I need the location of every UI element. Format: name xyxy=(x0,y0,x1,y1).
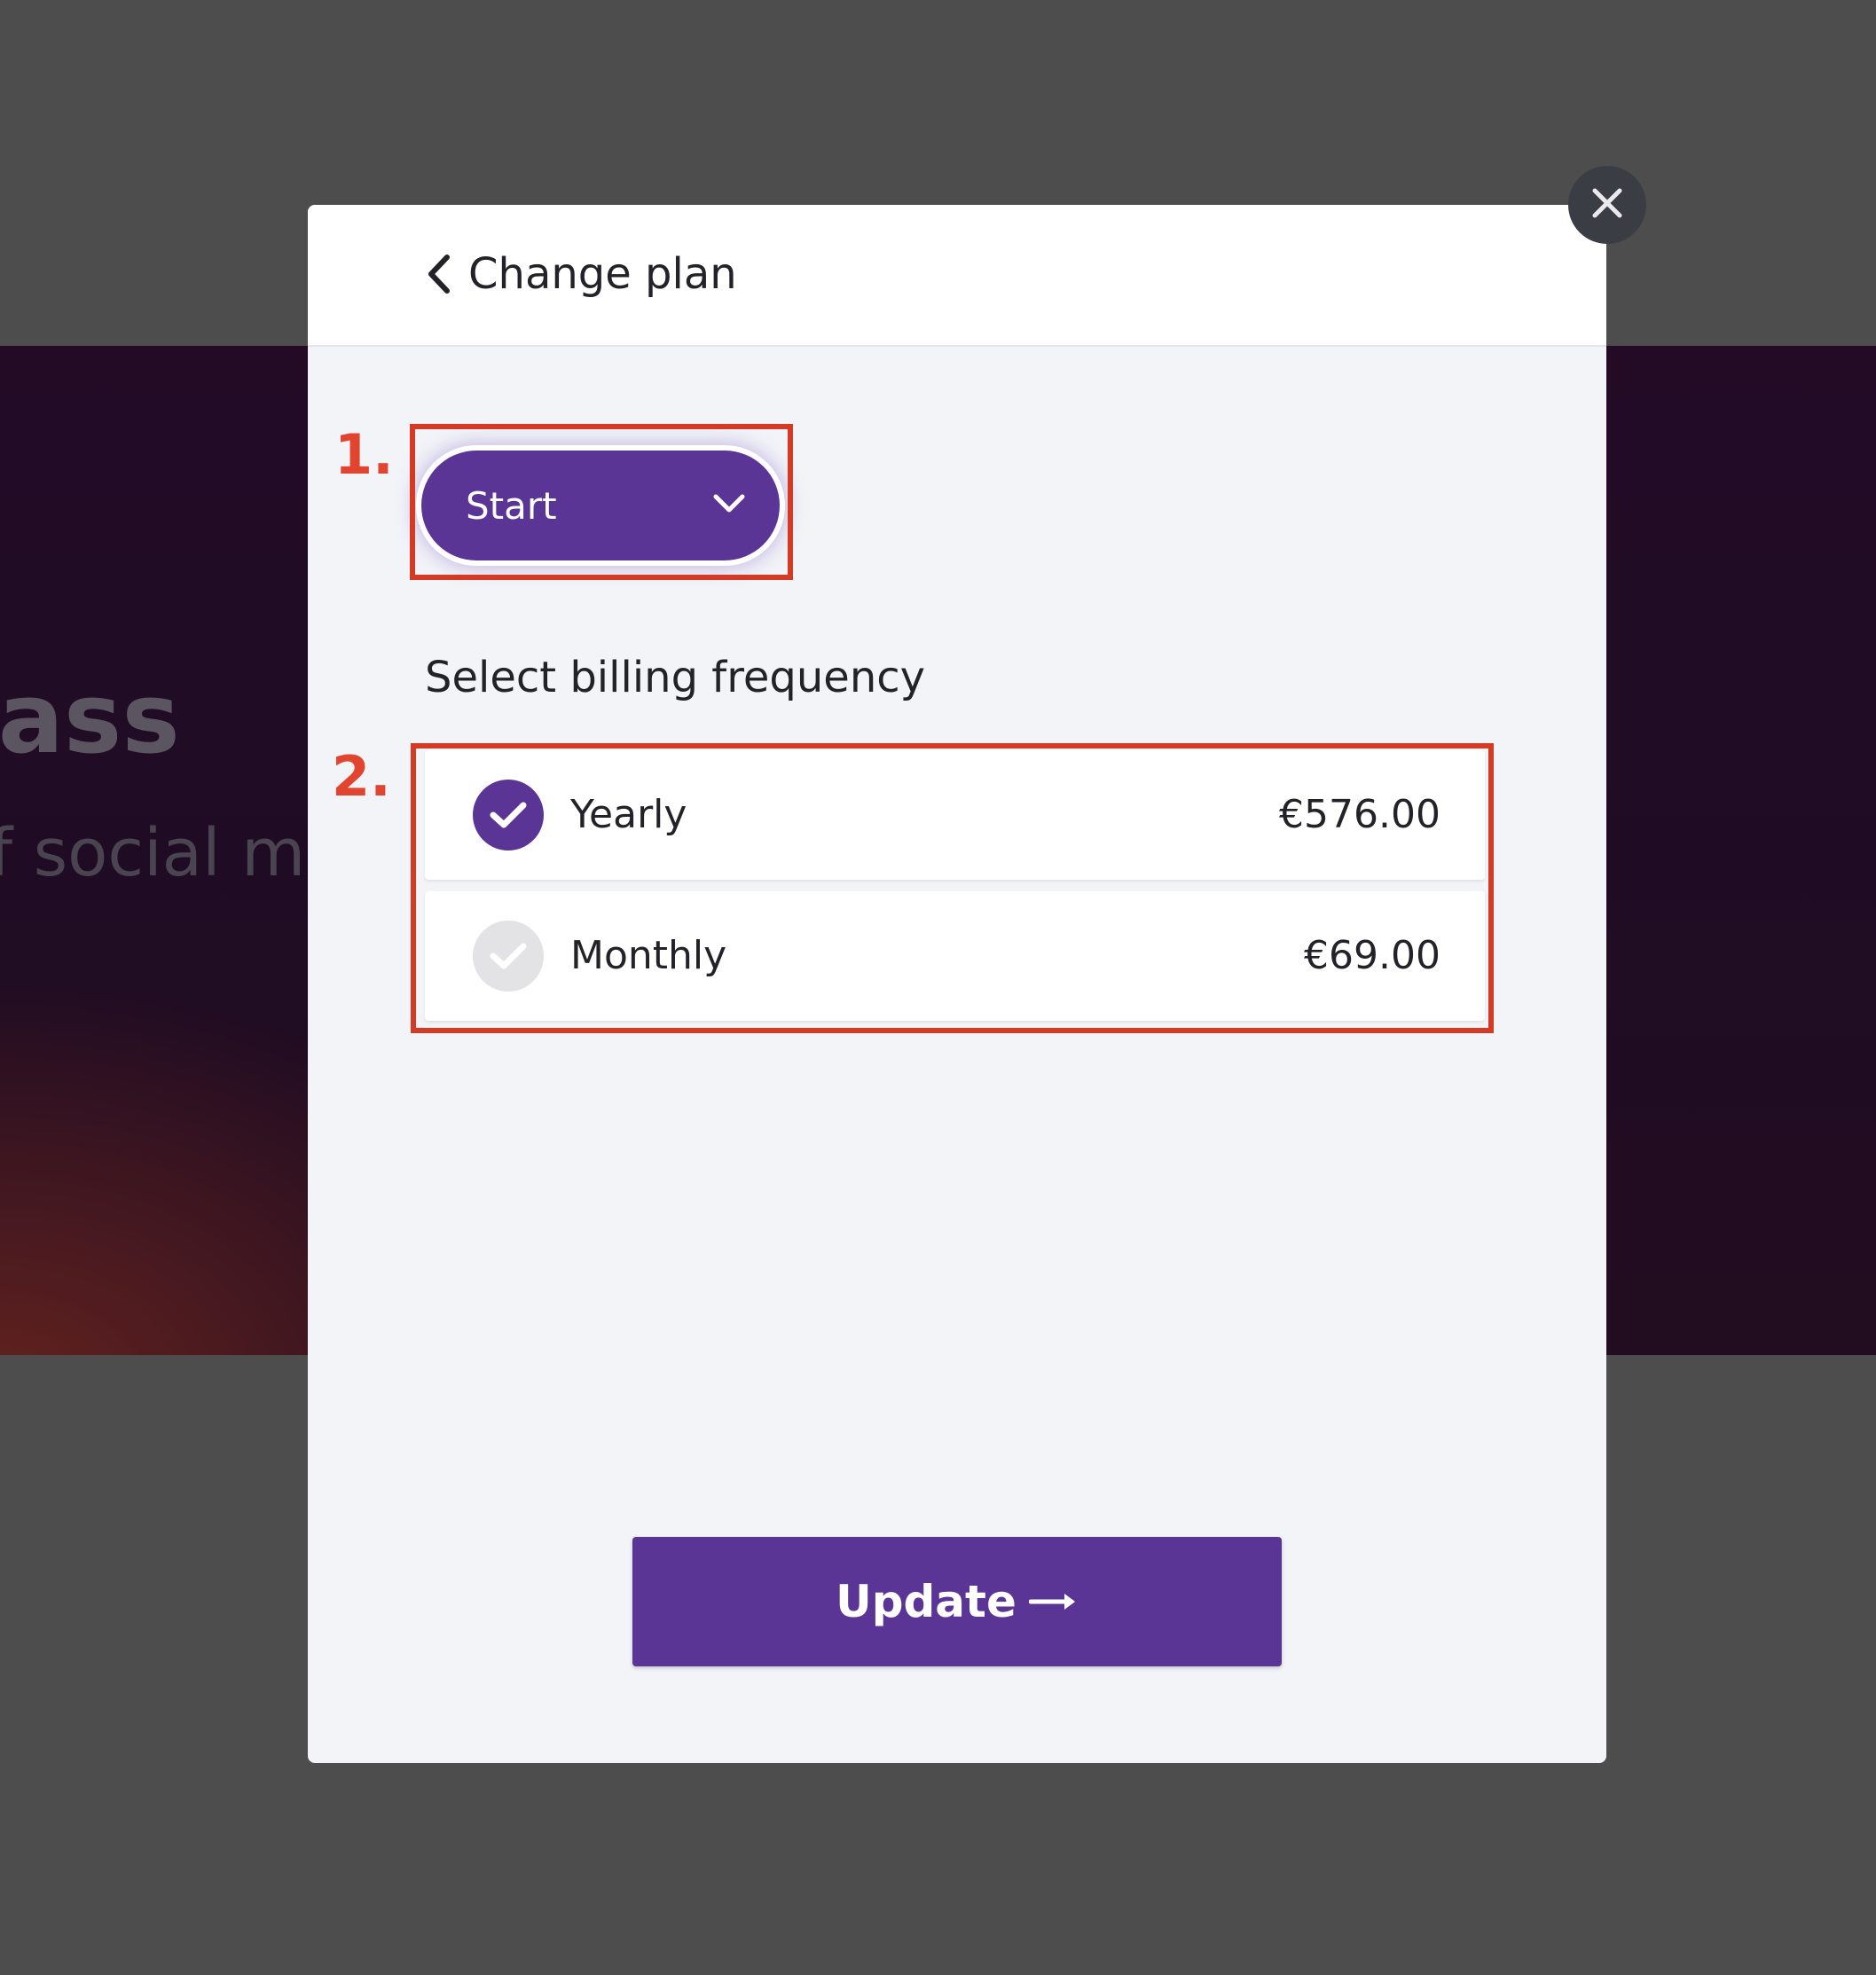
annotation-box-2 xyxy=(411,743,1494,1033)
modal-title: Change plan xyxy=(468,249,737,299)
billing-frequency-label: Select billing frequency xyxy=(425,653,926,702)
update-button-label: Update xyxy=(836,1576,1016,1627)
close-icon xyxy=(1591,187,1623,223)
modal-header: Change plan xyxy=(308,205,1606,347)
annotation-step-2: 2. xyxy=(332,744,391,809)
chevron-left-icon xyxy=(426,254,452,294)
back-button[interactable]: Change plan xyxy=(426,239,737,310)
background-subtitle: f social m xyxy=(0,815,306,891)
annotation-box-1 xyxy=(410,424,793,580)
arrow-right-icon xyxy=(1016,1590,1079,1613)
background-headline: lass xyxy=(0,662,180,775)
annotation-step-1: 1. xyxy=(334,422,394,487)
close-button[interactable] xyxy=(1568,166,1646,244)
update-button[interactable]: Update xyxy=(632,1537,1282,1666)
